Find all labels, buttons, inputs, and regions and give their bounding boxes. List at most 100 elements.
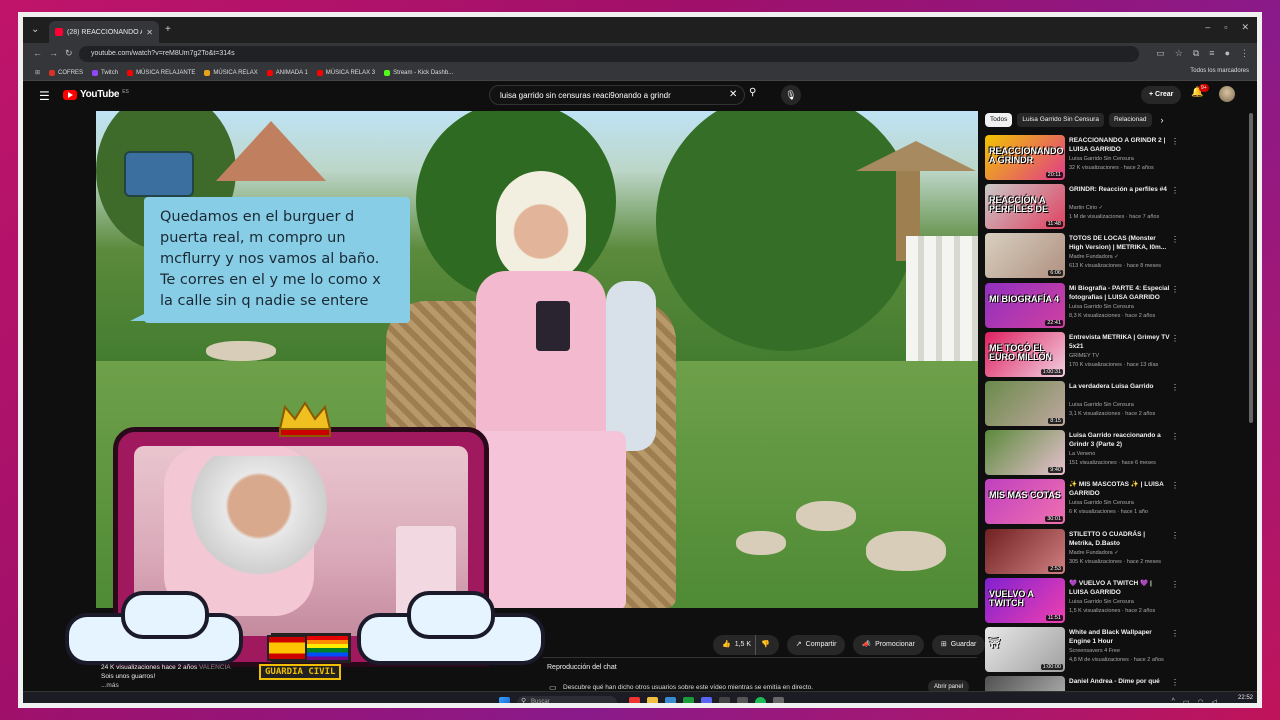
- scrollbar[interactable]: [1249, 113, 1253, 423]
- bookmark-star-icon[interactable]: ☆: [1175, 48, 1183, 59]
- bookmark-item[interactable]: MÚSICA RELAJANTE: [127, 69, 195, 76]
- spotify-icon[interactable]: [755, 697, 766, 703]
- extensions-icon[interactable]: ⧉: [1193, 48, 1199, 59]
- video-title[interactable]: GRINDR: Reacción a perfiles #4: [1069, 185, 1171, 194]
- taskbar-search[interactable]: Buscar: [517, 696, 617, 703]
- address-bar[interactable]: youtube.com/watch?v=reM8Um7g2To&t=314s: [79, 46, 1139, 62]
- app-icon[interactable]: [719, 697, 730, 703]
- bookmark-item[interactable]: Stream - Kick Dashb...: [384, 69, 453, 76]
- bookmark-item[interactable]: COFRES: [49, 69, 83, 76]
- clock[interactable]: 22:52: [1238, 695, 1253, 701]
- more-link[interactable]: ...más: [101, 681, 231, 690]
- video-thumbnail[interactable]: 9:40: [985, 430, 1065, 476]
- new-tab-button[interactable]: +: [165, 24, 171, 35]
- filter-chip[interactable]: Relacionad: [1108, 113, 1152, 127]
- recommended-video[interactable]: REACCIONANDO A GRINDR 20:11 REACCIONANDO A…: [985, 135, 1181, 184]
- video-title[interactable]: Entrevista METRIKA | Grimey TV 5x21: [1069, 333, 1171, 351]
- video-title[interactable]: La verdadera Luisa Garrido: [1069, 382, 1171, 391]
- description-box[interactable]: 24 K visualizaciones hace 2 años VALENCI…: [101, 663, 231, 690]
- reload-icon[interactable]: ↻: [65, 48, 73, 59]
- more-options-icon[interactable]: ⋮: [1171, 235, 1179, 244]
- more-options-icon[interactable]: ⋮: [1171, 383, 1179, 392]
- more-options-icon[interactable]: ⋮: [1171, 580, 1179, 589]
- video-title[interactable]: STILETTO O CUADRÁS | Metrika, D.Basto: [1069, 530, 1171, 548]
- filter-chip[interactable]: Todos: [985, 113, 1013, 127]
- recommended-video[interactable]: 2:53 STILETTO O CUADRÁS | Metrika, D.Bast…: [985, 528, 1181, 578]
- video-thumbnail[interactable]: 6:06: [985, 233, 1065, 279]
- apps-icon[interactable]: ⊞: [35, 69, 40, 76]
- video-thumbnail[interactable]: REACCIONANDO A GRINDR 20:11: [985, 135, 1065, 180]
- volume-icon[interactable]: ◁: [1212, 698, 1217, 703]
- recommended-video[interactable]: Mi Biografía 4 22:41 Mi Biografía - PARTE …: [985, 282, 1181, 332]
- cast-icon[interactable]: ▭: [1156, 48, 1165, 59]
- thumbs-down-icon[interactable]: 👎: [755, 635, 770, 655]
- app-icon[interactable]: [773, 697, 784, 703]
- discord-icon[interactable]: [701, 697, 712, 703]
- app-icon[interactable]: [737, 697, 748, 703]
- chevron-right-icon[interactable]: ›: [1161, 115, 1164, 125]
- video-thumbnail[interactable]: REACCIÓN A PERFILES DE 11:48: [985, 184, 1065, 230]
- tab-list-icon[interactable]: ⌄: [31, 24, 39, 35]
- share-button[interactable]: ↗ Compartir: [786, 635, 846, 655]
- active-tab[interactable]: (28) REACCIONANDO A GRINDR 2 | LUISA GAR…: [49, 21, 159, 43]
- more-options-icon[interactable]: ⋮: [1171, 334, 1179, 343]
- windows-start-icon[interactable]: [499, 697, 510, 703]
- bookmark-item[interactable]: Twitch: [92, 69, 118, 76]
- video-title[interactable]: TOTOS DE LOCAS (Monster High Version) | …: [1069, 234, 1171, 252]
- video-thumbnail[interactable]: ME TOCÓ EL EURO MILLÓN 1:00:31: [985, 331, 1065, 377]
- chevron-up-icon[interactable]: ^: [1172, 698, 1175, 703]
- maximize-icon[interactable]: ▫: [1224, 22, 1227, 33]
- close-tab-icon[interactable]: ✕: [146, 28, 153, 37]
- recommended-video[interactable]: REACCIÓN A PERFILES DE 11:48 GRINDR: Reacc…: [985, 184, 1181, 233]
- bookmark-item[interactable]: MÚSICA RELAX 3: [316, 69, 375, 76]
- minimize-icon[interactable]: –: [1205, 22, 1210, 33]
- filter-chip[interactable]: Luisa Garrido Sin Censura: [1017, 113, 1104, 127]
- search-input[interactable]: luisa garrido sin censuras reaci9onando …: [489, 85, 745, 105]
- media-icon[interactable]: ≡: [1209, 48, 1214, 59]
- video-thumbnail[interactable]: ⛩ 1:00:00: [985, 626, 1065, 672]
- promote-button[interactable]: 📣 Promocionar: [853, 635, 924, 655]
- more-options-icon[interactable]: ⋮: [1171, 285, 1179, 294]
- video-title[interactable]: Daniel Andrea - Dime por qué: [1069, 677, 1171, 686]
- more-options-icon[interactable]: ⋮: [1171, 629, 1179, 638]
- more-options-icon[interactable]: ⋮: [1171, 137, 1179, 146]
- app-icon[interactable]: [629, 697, 640, 703]
- bookmark-item[interactable]: MÚSICA RELAX: [204, 69, 258, 76]
- video-title[interactable]: Mi Biografía - PARTE 4: Especial fotogra…: [1069, 284, 1171, 302]
- location-tag[interactable]: VALENCIA: [199, 664, 231, 671]
- close-window-icon[interactable]: ✕: [1241, 22, 1249, 33]
- avatar[interactable]: [1219, 86, 1235, 102]
- create-button[interactable]: + Crear: [1141, 86, 1182, 104]
- bookmark-item[interactable]: ANIMADA 1: [266, 69, 308, 76]
- video-title[interactable]: 💜 VUELVO A TWITCH 💜 | LUISA GARRIDO: [1069, 579, 1171, 597]
- video-title[interactable]: White and Black Wallpaper Engine 1 Hour: [1069, 628, 1171, 646]
- video-title[interactable]: REACCIONANDO A GRINDR 2 | LUISA GARRIDO: [1069, 136, 1171, 154]
- browser-menu-icon[interactable]: ⋮: [1240, 48, 1249, 59]
- all-bookmarks-button[interactable]: Todos los marcadores: [1190, 68, 1249, 74]
- video-thumbnail[interactable]: 2:53: [985, 528, 1065, 574]
- like-button[interactable]: 👍 1,5 K 👎: [713, 635, 779, 655]
- video-thumbnail[interactable]: 8:15: [985, 380, 1065, 426]
- back-icon[interactable]: ←: [33, 48, 42, 58]
- more-options-icon[interactable]: ⋮: [1171, 531, 1179, 540]
- save-button[interactable]: ⊞ Guardar: [931, 635, 986, 655]
- youtube-logo[interactable]: YouTube ES: [63, 89, 129, 100]
- recommended-video[interactable]: 9:40 Luisa Garrido reaccionando a Grindr …: [985, 430, 1181, 479]
- app-icon[interactable]: [665, 697, 676, 703]
- video-thumbnail[interactable]: VUELVO A TWITCH 11:51: [985, 577, 1065, 623]
- recommended-video[interactable]: 6:06 TOTOS DE LOCAS (Monster High Version…: [985, 233, 1181, 282]
- video-thumbnail[interactable]: mis mas cotas 30:01: [985, 479, 1065, 525]
- folder-icon[interactable]: [647, 697, 658, 703]
- recommended-video[interactable]: VUELVO A TWITCH 11:51 💜 VUELVO A TWITCH 💜 …: [985, 577, 1181, 627]
- recommended-video[interactable]: 8:15 La verdadera Luisa Garrido Luisa Garr…: [985, 380, 1181, 430]
- more-options-icon[interactable]: ⋮: [1171, 186, 1179, 195]
- more-options-icon[interactable]: ⋮: [1171, 481, 1179, 490]
- search-icon[interactable]: ⚲: [749, 87, 756, 98]
- clear-search-icon[interactable]: ✕: [729, 89, 737, 100]
- video-thumbnail[interactable]: Mi Biografía 4 22:41: [985, 282, 1065, 328]
- battery-icon[interactable]: ▭: [1183, 698, 1190, 703]
- hamburger-menu-icon[interactable]: ☰: [39, 89, 50, 103]
- wifi-icon[interactable]: ◠: [1198, 698, 1204, 703]
- forward-icon[interactable]: →: [49, 48, 58, 58]
- recommended-video[interactable]: ⛩ 1:00:00 White and Black Wallpaper Engine…: [985, 626, 1181, 676]
